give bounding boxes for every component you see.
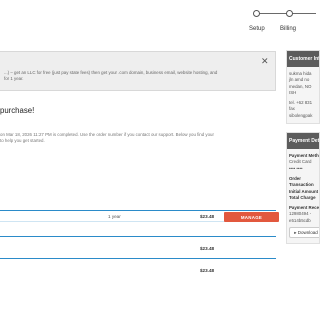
customer-info-title: Customer Information <box>287 51 319 67</box>
payment-details-body: Payment Method Credit Card •••• •••• Ord… <box>287 149 319 243</box>
total-charge-label: Total Charge <box>289 194 316 200</box>
order-price: $23.48 <box>200 268 215 273</box>
order-price: $23.48 <box>200 214 215 219</box>
row-divider <box>0 258 276 259</box>
customer-info-body: sukma hida jln amd no medan, NO ISH tel.… <box>287 67 319 123</box>
transaction-label: Transaction <box>289 182 314 188</box>
notice-text: ...) – get an LLC for free (just pay sta… <box>4 70 266 81</box>
stepper-dot-setup <box>253 10 260 17</box>
download-label: Download <box>297 230 318 236</box>
download-icon: ▸ <box>294 230 297 236</box>
manage-button[interactable]: MANAGE <box>224 212 279 222</box>
step-label-setup: Setup <box>249 26 265 32</box>
order-period: 1 year <box>108 214 121 219</box>
order-price: $23.48 <box>200 246 215 251</box>
initial-amount-label: Initial Amount <box>289 188 319 194</box>
notice-line-2: for 1 year. <box>4 75 24 81</box>
download-receipt-button[interactable]: ▸ Download <box>289 227 319 239</box>
order-row: $23.48 <box>0 265 276 277</box>
receipt-id-line-2: e514b5cdb <box>289 217 311 223</box>
order-sidebar: Customer Information sukma hida jln amd … <box>286 50 320 320</box>
row-divider <box>0 236 276 237</box>
stepper-dot-billing <box>286 10 293 17</box>
step-label-billing: Billing <box>280 26 297 32</box>
order-text-line-1: on Mar 18, 2026 11:27 PM is completed. U… <box>0 132 214 137</box>
payment-details-title: Payment Details <box>287 133 319 150</box>
order-row: $23.48 <box>0 243 276 255</box>
close-icon[interactable]: ✕ <box>261 56 269 67</box>
checkout-stepper: Setup Billing <box>246 8 320 38</box>
order-row: 1 year $23.48 MANAGE <box>0 210 279 222</box>
payment-details-panel: Payment Details Payment Method Credit Ca… <box>286 132 320 245</box>
customer-info-panel: Customer Information sukma hida jln amd … <box>286 50 320 125</box>
order-text-line-2: to help you get started. <box>0 138 45 144</box>
order-summary-text: on Mar 18, 2026 11:27 PM is completed. U… <box>0 132 270 145</box>
promo-notice: ...) – get an LLC for free (just pay sta… <box>0 51 276 91</box>
notice-line-1: ...) – get an LLC for free (just pay sta… <box>4 70 218 75</box>
purchase-title: purchase! <box>0 106 35 115</box>
customer-username: sibolengpak <box>289 112 313 118</box>
